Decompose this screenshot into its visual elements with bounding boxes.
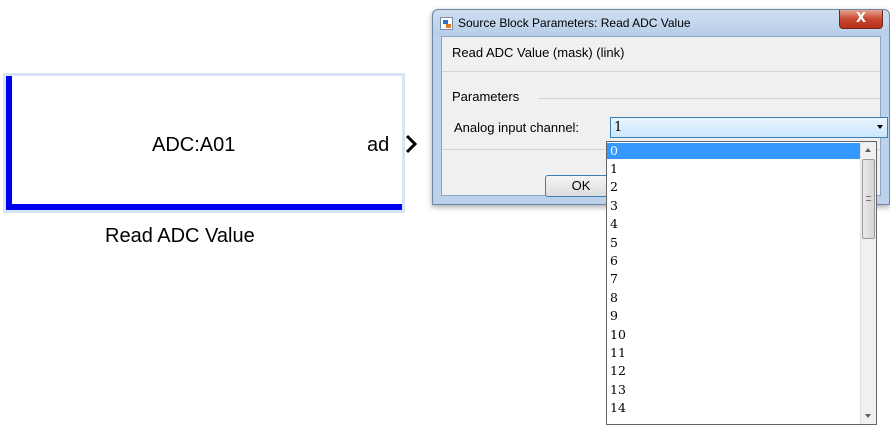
title-bar[interactable]: Source Block Parameters: Read ADC Value … bbox=[433, 10, 889, 36]
scrollbar-thumb[interactable] bbox=[862, 159, 875, 239]
dropdown-option[interactable]: 6 bbox=[607, 253, 861, 269]
divider bbox=[442, 71, 880, 72]
dropdown-option[interactable]: 2 bbox=[607, 179, 861, 195]
scroll-up-arrow-icon[interactable] bbox=[865, 148, 871, 152]
dialog-title: Source Block Parameters: Read ADC Value bbox=[458, 16, 691, 30]
dropdown-option[interactable]: 3 bbox=[607, 198, 861, 214]
dropdown-option[interactable]: 9 bbox=[607, 308, 861, 324]
grip-icon bbox=[866, 196, 871, 201]
dropdown-option[interactable]: 14 bbox=[607, 400, 861, 416]
analog-input-channel-select[interactable]: 1 bbox=[610, 117, 888, 138]
scroll-down-arrow-icon[interactable] bbox=[865, 414, 871, 418]
parameters-header: Parameters bbox=[452, 89, 520, 104]
selected-value: 1 bbox=[614, 120, 623, 135]
simulink-block[interactable]: ADC:A01 ad bbox=[3, 73, 405, 213]
block-main-label: ADC:A01 bbox=[152, 134, 236, 156]
close-button[interactable]: X bbox=[839, 10, 883, 29]
block-caption[interactable]: Read ADC Value bbox=[105, 225, 255, 248]
block-port-label: ad bbox=[367, 134, 390, 156]
dropdown-option[interactable]: 8 bbox=[607, 290, 861, 306]
dropdown-option[interactable]: 11 bbox=[607, 345, 861, 361]
dropdown-option[interactable]: 10 bbox=[607, 327, 861, 343]
dropdown-option[interactable]: 12 bbox=[607, 363, 861, 379]
channel-dropdown-list[interactable]: 0 1 2 3 4 5 6 7 8 9 10 11 12 13 14 bbox=[606, 141, 877, 425]
block-body[interactable]: ADC:A01 ad bbox=[6, 76, 402, 210]
dropdown-option[interactable]: 13 bbox=[607, 382, 861, 398]
output-port-arrow-icon[interactable] bbox=[405, 134, 417, 154]
dropdown-option[interactable]: 0 bbox=[607, 143, 861, 159]
analog-input-channel-label: Analog input channel: bbox=[454, 120, 580, 135]
simulink-block-icon bbox=[440, 17, 453, 30]
chevron-down-icon[interactable] bbox=[877, 125, 883, 129]
block-description: Read ADC Value (mask) (link) bbox=[452, 45, 625, 60]
dropdown-option[interactable]: 4 bbox=[607, 216, 861, 232]
dropdown-option[interactable]: 7 bbox=[607, 271, 861, 287]
dropdown-scrollbar[interactable] bbox=[860, 142, 876, 424]
dropdown-option[interactable]: 5 bbox=[607, 235, 861, 251]
dropdown-option[interactable]: 1 bbox=[607, 161, 861, 177]
divider bbox=[538, 98, 880, 99]
